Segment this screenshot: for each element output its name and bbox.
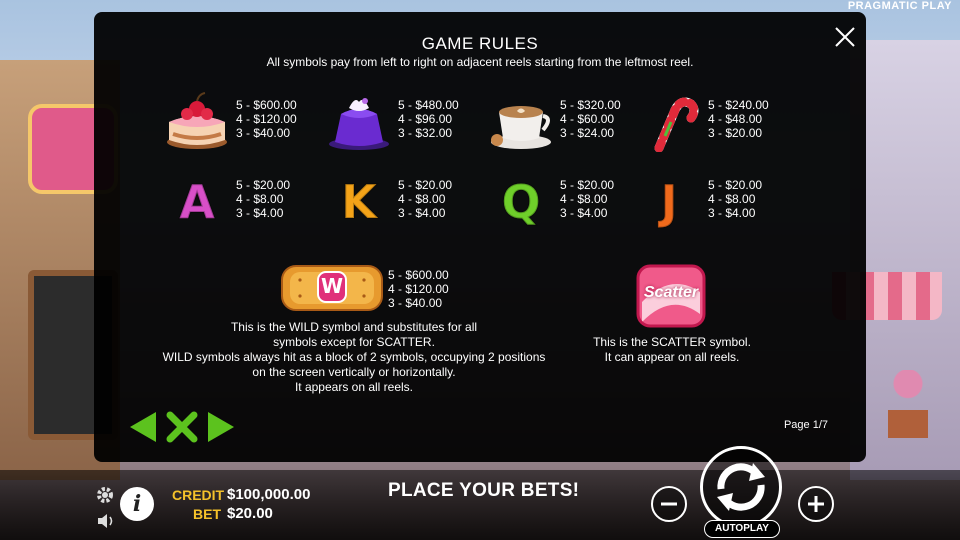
- page-navigation: [128, 410, 238, 444]
- letter-q-symbol: Q: [486, 172, 556, 232]
- bet-value: $20.00: [227, 505, 273, 522]
- letter-j-symbol: J: [634, 172, 704, 232]
- pay-line: 4 - $8.00: [236, 192, 284, 206]
- wild-symbol: W: [280, 262, 384, 314]
- description-line: It appears on all reels.: [294, 380, 414, 394]
- pay-line: 5 - $600.00: [236, 98, 297, 112]
- paytable-entry-coffee: 5 - $320.00 4 - $60.00 3 - $24.00: [486, 92, 646, 152]
- plus-icon: [808, 496, 824, 512]
- close-icon: [835, 27, 855, 47]
- description-line: symbols except for SCATTER.: [273, 335, 435, 349]
- arrow-right-icon[interactable]: [206, 410, 236, 444]
- status-message: PLACE YOUR BETS!: [388, 480, 580, 501]
- spin-button[interactable]: [700, 446, 782, 528]
- page-indicator: Page 1/7: [783, 419, 828, 431]
- gear-icon[interactable]: [95, 485, 115, 505]
- letter-k: K: [340, 174, 378, 230]
- coffee-icon: [486, 92, 556, 152]
- credit-value: $100,000.00: [227, 486, 311, 503]
- jelly-icon: [324, 92, 394, 152]
- paytable-entry-candy-cane: 5 - $240.00 4 - $48.00 3 - $20.00: [634, 92, 794, 152]
- pay-line: 5 - $480.00: [398, 98, 459, 112]
- background-flower-pot: [888, 370, 928, 438]
- autoplay-button[interactable]: AUTOPLAY: [704, 520, 780, 538]
- pay-line: 5 - $320.00: [560, 98, 621, 112]
- spin-arrows-icon: [717, 463, 765, 511]
- description-line: This is the WILD symbol and substitutes …: [230, 320, 478, 334]
- wild-pays: 5 - $600.00 4 - $120.00 3 - $40.00: [388, 268, 449, 310]
- close-button[interactable]: [834, 26, 856, 48]
- pay-line: 5 - $240.00: [708, 98, 769, 112]
- paytable-entry-k: K 5 - $20.00 4 - $8.00 3 - $4.00: [324, 172, 484, 232]
- pay-line: 4 - $48.00: [708, 112, 763, 126]
- scatter-label: Scatter: [643, 284, 699, 301]
- pay-line: 4 - $120.00: [388, 282, 449, 296]
- cake-icon: [162, 92, 232, 152]
- letter-k-symbol: K: [324, 172, 394, 232]
- game-rules-modal: GAME RULES All symbols pay from left to …: [94, 12, 866, 462]
- pay-line: 5 - $600.00: [388, 268, 449, 282]
- pay-line: 4 - $8.00: [708, 192, 756, 206]
- credit-label: CREDIT: [172, 487, 225, 503]
- description-line: It can appear on all reels.: [604, 350, 740, 364]
- speaker-icon[interactable]: [96, 512, 116, 530]
- pay-line: 5 - $20.00: [560, 178, 615, 192]
- letter-j: J: [659, 174, 678, 230]
- pay-line: 5 - $20.00: [236, 178, 291, 192]
- pay-line: 3 - $20.00: [708, 126, 763, 140]
- pay-line: 4 - $120.00: [236, 112, 297, 126]
- paytable-entry-jelly: 5 - $480.00 4 - $96.00 3 - $32.00: [324, 92, 484, 152]
- increase-bet-button[interactable]: [798, 486, 834, 522]
- pay-line: 3 - $4.00: [398, 206, 446, 220]
- brand-logo: PRAGMATIC PLAY: [847, 0, 952, 12]
- letter-a: A: [178, 174, 216, 230]
- paytable-entry-j: J 5 - $20.00 4 - $8.00 3 - $4.00: [634, 172, 794, 232]
- close-rules-icon[interactable]: [166, 411, 198, 443]
- bet-label: BET: [193, 506, 221, 522]
- scatter-symbol: Scatter: [634, 262, 708, 330]
- wild-description: This is the WILD symbol and substitutes …: [154, 320, 554, 395]
- paytable-entry-cake: 5 - $600.00 4 - $120.00 3 - $40.00: [162, 92, 322, 152]
- letter-a-symbol: A: [162, 172, 232, 232]
- pay-line: 5 - $20.00: [398, 178, 453, 192]
- paytable-entry-a: A 5 - $20.00 4 - $8.00 3 - $4.00: [162, 172, 322, 232]
- pay-line: 4 - $60.00: [560, 112, 615, 126]
- pay-line: 3 - $40.00: [388, 296, 443, 310]
- letter-q: Q: [500, 174, 541, 230]
- minus-icon: [661, 502, 677, 506]
- pay-line: 3 - $32.00: [398, 126, 453, 140]
- arrow-left-icon[interactable]: [128, 410, 158, 444]
- pay-line: 4 - $8.00: [560, 192, 608, 206]
- pay-line: 3 - $4.00: [560, 206, 608, 220]
- description-line: on the screen vertically or horizontally…: [252, 365, 456, 379]
- pay-line: 4 - $8.00: [398, 192, 446, 206]
- pay-line: 3 - $4.00: [708, 206, 756, 220]
- info-button[interactable]: i: [120, 487, 154, 521]
- decrease-bet-button[interactable]: [651, 486, 687, 522]
- scatter-description: This is the SCATTER symbol. It can appea…: [572, 335, 772, 365]
- wild-label: W: [320, 274, 344, 298]
- description-line: This is the SCATTER symbol.: [593, 335, 751, 349]
- pay-line: 4 - $96.00: [398, 112, 453, 126]
- pay-line: 3 - $40.00: [236, 126, 291, 140]
- paytable-entry-q: Q 5 - $20.00 4 - $8.00 3 - $4.00: [486, 172, 646, 232]
- pay-line: 3 - $4.00: [236, 206, 284, 220]
- pay-line: 3 - $24.00: [560, 126, 615, 140]
- modal-title: GAME RULES: [421, 34, 539, 53]
- modal-subtitle: All symbols pay from left to right on ad…: [266, 55, 694, 69]
- description-line: WILD symbols always hit as a block of 2 …: [162, 350, 546, 364]
- pay-line: 5 - $20.00: [708, 178, 763, 192]
- candy-cane-icon: [634, 92, 704, 152]
